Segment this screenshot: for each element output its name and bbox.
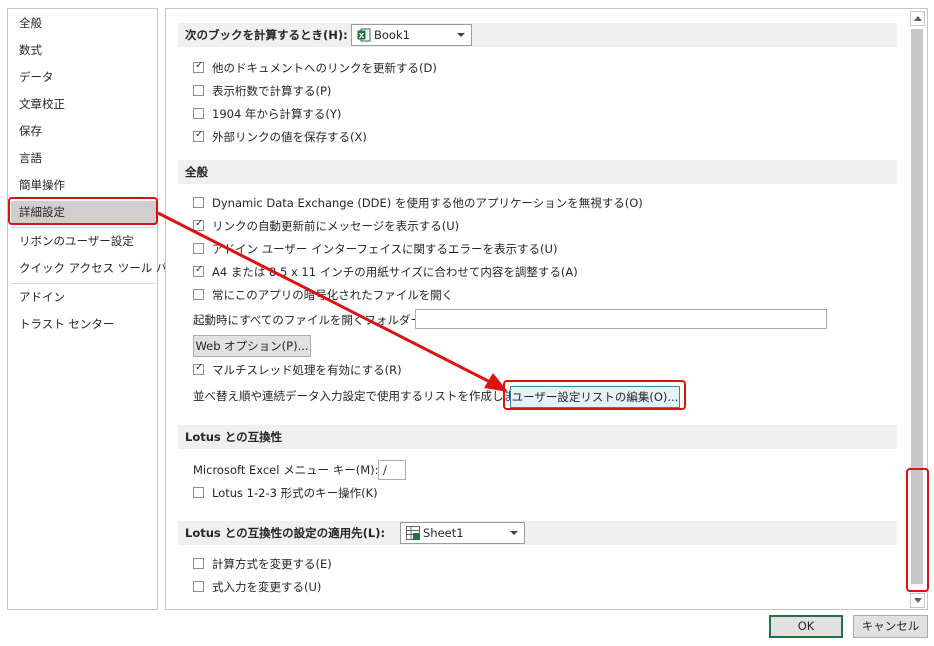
option-label: アドイン ユーザー インターフェイスに関するエラーを表示する(U)	[212, 242, 558, 256]
scroll-down-button[interactable]	[910, 593, 925, 608]
triangle-up-icon	[914, 16, 922, 21]
checkbox-ignore-dde[interactable]	[193, 197, 204, 208]
checkbox-ask-update-links[interactable]: ✓	[193, 218, 204, 231]
menu-key-input[interactable]: /	[378, 460, 406, 480]
nav-item-proofing[interactable]: 文章校正	[11, 93, 156, 115]
nav-separator	[11, 283, 156, 284]
checkbox-multithreaded-calculation[interactable]: ✓	[193, 362, 204, 375]
menu-key-label: Microsoft Excel メニュー キー(M):	[193, 463, 379, 477]
sheet-combo-value: Sheet1	[423, 526, 464, 540]
excel-workbook-icon: X	[357, 28, 371, 42]
section-title: 次のブックを計算するとき(H):	[185, 28, 348, 42]
nav-item-data[interactable]: データ	[11, 66, 156, 88]
option-label: Lotus 1-2-3 形式のキー操作(K)	[212, 486, 378, 500]
checkbox-scale-paper-size[interactable]: ✓	[193, 264, 204, 277]
section-header-lotus-compat: Lotus との互換性	[178, 425, 897, 449]
checkbox-lotus-navigation-keys[interactable]	[193, 487, 204, 498]
custom-list-label: 並べ替え順や連続データ入力設定で使用するリストを作成します:	[193, 389, 531, 403]
web-options-button[interactable]: Web オプション(P)...	[193, 335, 311, 357]
triangle-down-icon	[914, 598, 922, 603]
highlight-scrollbar-thumb	[906, 468, 929, 592]
section-title: Lotus との互換性の設定の適用先(L):	[185, 526, 386, 540]
cancel-button[interactable]: キャンセル	[853, 615, 928, 638]
option-label: マルチスレッド処理を有効にする(R)	[212, 363, 402, 377]
svg-text:X: X	[359, 32, 365, 40]
nav-item-quick-access-toolbar[interactable]: クイック アクセス ツール バー	[11, 257, 179, 279]
nav-item-customize-ribbon[interactable]: リボンのユーザー設定	[11, 230, 156, 252]
chevron-down-icon	[457, 33, 465, 37]
checkbox-transition-formula-evaluation[interactable]	[193, 558, 204, 569]
startup-folder-label: 起動時にすべてのファイルを開くフォルダー(L):	[193, 313, 442, 327]
workbook-combo[interactable]: X Book1	[351, 24, 472, 46]
options-category-sidebar: 全般 数式 データ 文章校正 保存 言語 簡単操作 詳細設定 リボンのユーザー設…	[7, 8, 179, 610]
checkmark-icon: ✓	[195, 60, 204, 71]
highlight-advanced-nav	[8, 197, 158, 225]
option-label: A4 または 8.5 x 11 インチの用紙サイズに合わせて内容を調整する(A)	[212, 265, 578, 279]
section-header-lotus-compat-settings: Lotus との互換性の設定の適用先(L):	[178, 521, 897, 545]
option-label: 1904 年から計算する(Y)	[212, 107, 342, 121]
section-title: Lotus との互換性	[185, 430, 283, 444]
nav-item-accessibility[interactable]: 簡単操作	[11, 174, 156, 196]
checkbox-transition-formula-entry[interactable]	[193, 581, 204, 592]
option-label: Dynamic Data Exchange (DDE) を使用する他のアプリケー…	[212, 196, 643, 210]
checkbox-precision-as-displayed[interactable]	[193, 85, 204, 96]
sheet-combo[interactable]: Sheet1	[400, 522, 525, 544]
option-label: 表示桁数で計算する(P)	[212, 84, 332, 98]
checkbox-save-external-link-values[interactable]: ✓	[193, 129, 204, 142]
checkmark-icon: ✓	[195, 264, 204, 275]
workbook-combo-value: Book1	[374, 28, 410, 42]
checkbox-1904-date-system[interactable]	[193, 108, 204, 119]
checkmark-icon: ✓	[195, 218, 204, 229]
excel-sheet-icon	[406, 526, 420, 540]
nav-item-save[interactable]: 保存	[11, 120, 156, 142]
option-label: リンクの自動更新前にメッセージを表示する(U)	[212, 219, 460, 233]
checkbox-show-addin-ui-errors[interactable]	[193, 243, 204, 254]
startup-folder-input[interactable]	[415, 309, 827, 329]
nav-item-add-ins[interactable]: アドイン	[11, 286, 156, 308]
option-label: 計算方式を変更する(E)	[212, 557, 332, 571]
highlight-edit-custom-lists	[503, 380, 686, 410]
checkmark-icon: ✓	[195, 129, 204, 140]
nav-item-general[interactable]: 全般	[11, 12, 156, 34]
nav-separator	[11, 227, 156, 228]
section-header-calc-workbook: 次のブックを計算するとき(H):	[178, 23, 897, 47]
section-header-general: 全般	[178, 160, 897, 184]
chevron-down-icon	[510, 531, 518, 535]
advanced-options-panel: 次のブックを計算するとき(H): X Book1 ✓ 他のドキュメントへのリンク…	[165, 8, 928, 610]
checkbox-open-encrypted-files[interactable]	[193, 289, 204, 300]
checkbox-update-links[interactable]: ✓	[193, 60, 204, 73]
option-label: 他のドキュメントへのリンクを更新する(D)	[212, 61, 437, 75]
checkmark-icon: ✓	[195, 362, 204, 373]
scroll-up-button[interactable]	[910, 11, 925, 26]
option-label: 式入力を変更する(U)	[212, 580, 322, 594]
nav-item-formulas[interactable]: 数式	[11, 39, 156, 61]
ok-button[interactable]: OK	[769, 615, 843, 638]
nav-item-trust-center[interactable]: トラスト センター	[11, 313, 156, 335]
option-label: 外部リンクの値を保存する(X)	[212, 130, 367, 144]
section-title: 全般	[185, 165, 208, 179]
nav-item-language[interactable]: 言語	[11, 147, 156, 169]
option-label: 常にこのアプリの暗号化されたファイルを開く	[212, 288, 454, 302]
